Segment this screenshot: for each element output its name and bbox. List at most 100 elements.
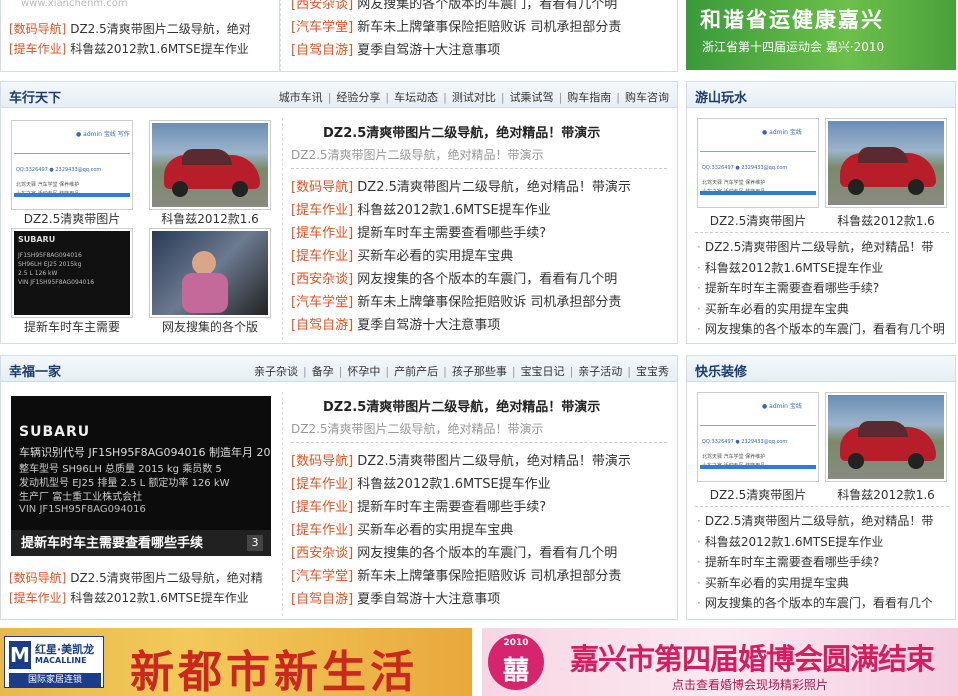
list-item[interactable]: [提车作业] 科鲁兹2012款1.6MTSE提车作业 <box>9 40 249 57</box>
category-link[interactable]: [提车作业] <box>291 249 353 264</box>
tab-link[interactable]: 亲子活动 <box>578 365 622 378</box>
category-link[interactable]: [提车作业] <box>291 203 353 218</box>
section-title[interactable]: 快乐装修 <box>695 361 747 380</box>
category-link[interactable]: [数码导航] <box>291 454 353 469</box>
list-item[interactable]: DZ2.5清爽带图片二级导航，绝对精品！带 <box>697 512 934 529</box>
list-item[interactable]: [自驾自游] 夏季自驾游十大注意事项 <box>291 314 500 333</box>
category-link[interactable]: [汽车学堂] <box>291 569 353 584</box>
thumb-red-car[interactable] <box>825 392 947 482</box>
list-item[interactable]: [西安杂谈] 网友搜集的各个版本的车震门，看看有几个明 <box>291 0 617 12</box>
item-title[interactable]: 网友搜集的各个版本的车震门，看看有几个明 <box>357 272 617 287</box>
tab-link[interactable]: 亲子杂谈 <box>254 365 298 378</box>
category-link[interactable]: [西安杂谈] <box>291 546 353 561</box>
item-title[interactable]: 提新车时车主需要查看哪些手续? <box>357 500 546 515</box>
category-link[interactable]: [自驾自游] <box>291 43 353 58</box>
tab-link[interactable]: 怀孕中 <box>347 365 380 378</box>
item-title[interactable]: DZ2.5清爽带图片二级导航，绝对精 <box>70 571 263 585</box>
slideshow[interactable]: SUBARU 车辆识别代号 JF1SH95F8AG094016 制造年月 200… <box>11 396 271 556</box>
item-title[interactable]: 新车未上牌肇事保险拒赔败诉 司机承担部分责 <box>357 295 621 310</box>
item-title[interactable]: 提新车时车主需要查看哪些手续? <box>357 226 546 241</box>
tab-link[interactable]: 备孕 <box>312 365 334 378</box>
tab-link[interactable]: 宝宝秀 <box>636 365 669 378</box>
item-title[interactable]: DZ2.5清爽带图片二级导航，绝对精品！带演示 <box>357 454 631 469</box>
category-link[interactable]: [数码导航] <box>291 180 353 195</box>
tab-link[interactable]: 经验分享 <box>336 91 380 104</box>
list-item[interactable]: [数码导航] DZ2.5清爽带图片二级导航，绝对精 <box>9 569 263 586</box>
section-title[interactable]: 车行天下 <box>9 87 61 106</box>
category-link[interactable]: [数码导航] <box>9 22 66 36</box>
category-link[interactable]: [汽车学堂] <box>291 20 353 35</box>
list-item[interactable]: 网友搜集的各个版本的车震门，看看有几个明 <box>697 320 945 337</box>
category-link[interactable]: [提车作业] <box>291 477 353 492</box>
list-item[interactable]: [提车作业] 科鲁兹2012款1.6MTSE提车作业 <box>9 589 249 606</box>
tab-link[interactable]: 宝宝日记 <box>521 365 565 378</box>
slide-caption[interactable]: 提新车时车主需要查看哪些手续 <box>21 532 203 551</box>
thumb-screenshot[interactable]: ● admin 宝线 QQ:3326497 ● 2329433@qq.com 北… <box>697 392 819 482</box>
slide-page-number[interactable]: 3 <box>247 535 263 551</box>
list-item[interactable]: [提车作业] 提新车时车主需要查看哪些手续? <box>291 222 546 241</box>
list-item[interactable]: [数码导航] DZ2.5清爽带图片二级导航，绝对 <box>9 20 251 37</box>
section-title[interactable]: 幸福一家 <box>9 361 61 380</box>
list-item[interactable]: 买新车必看的实用提车宝典 <box>697 300 849 317</box>
item-title[interactable]: 科鲁兹2012款1.6MTSE提车作业 <box>357 477 550 492</box>
subline[interactable]: DZ2.5清爽带图片二级导航，绝对精品！带演示 <box>291 146 544 163</box>
thumb-screenshot[interactable]: ● admin 宝线 写作 QQ:3326497 ● 2329433@qq.co… <box>11 120 133 210</box>
item-title[interactable]: 买新车必看的实用提车宝典 <box>357 249 513 264</box>
item-title[interactable]: 网友搜集的各个版本的车震门，看看有几个明 <box>357 546 617 561</box>
item-title[interactable]: 买新车必看的实用提车宝典 <box>357 523 513 538</box>
category-link[interactable]: [提车作业] <box>9 42 66 56</box>
item-title[interactable]: 夏季自驾游十大注意事项 <box>357 318 500 333</box>
thumb-caption[interactable]: 科鲁兹2012款1.6 <box>821 486 951 503</box>
list-item[interactable]: DZ2.5清爽带图片二级导航，绝对精品！带 <box>697 238 934 255</box>
thumb-caption[interactable]: 提新车时车主需要 <box>7 318 137 335</box>
category-link[interactable]: [数码导航] <box>9 571 66 585</box>
list-item[interactable]: 提新车时车主需要查看哪些手续? <box>697 279 879 296</box>
list-item[interactable]: [提车作业] 提新车时车主需要查看哪些手续? <box>291 496 546 515</box>
item-title[interactable]: 新车未上牌肇事保险拒赔败诉 司机承担部分责 <box>357 20 621 35</box>
tab-link[interactable]: 测试对比 <box>452 91 496 104</box>
item-title[interactable]: 新车未上牌肇事保险拒赔败诉 司机承担部分责 <box>357 569 621 584</box>
thumb-caption[interactable]: 科鲁兹2012款1.6 <box>821 212 951 229</box>
headline[interactable]: DZ2.5清爽带图片二级导航，绝对精品！带演示 <box>323 396 600 415</box>
tab-link[interactable]: 试乘试驾 <box>510 91 554 104</box>
category-link[interactable]: [西安杂谈] <box>291 0 353 12</box>
item-title[interactable]: 科鲁兹2012款1.6MTSE提车作业 <box>70 42 249 56</box>
list-item[interactable]: [提车作业] 买新车必看的实用提车宝典 <box>291 245 513 264</box>
list-item[interactable]: 买新车必看的实用提车宝典 <box>697 574 849 591</box>
thumb-screenshot[interactable]: ● admin 宝线 QQ:3326497 ● 2329433@qq.com 北… <box>697 118 819 208</box>
list-item[interactable]: 提新车时车主需要查看哪些手续? <box>697 553 879 570</box>
item-title[interactable]: 夏季自驾游十大注意事项 <box>357 592 500 607</box>
list-item[interactable]: [提车作业] 买新车必看的实用提车宝典 <box>291 519 513 538</box>
section-title[interactable]: 游山玩水 <box>695 87 747 106</box>
thumb-interior[interactable] <box>149 228 271 318</box>
list-item[interactable]: [汽车学堂] 新车未上牌肇事保险拒赔败诉 司机承担部分责 <box>291 291 621 310</box>
category-link[interactable]: [自驾自游] <box>291 318 353 333</box>
category-link[interactable]: [提车作业] <box>291 500 353 515</box>
tab-link[interactable]: 产前产后 <box>394 365 438 378</box>
thumb-plate[interactable]: SUBARU JF1SH95F8AG094016 SH96LH EJ25 2015… <box>11 228 133 318</box>
tab-link[interactable]: 购车咨询 <box>625 91 669 104</box>
tab-link[interactable]: 孩子那些事 <box>452 365 507 378</box>
category-link[interactable]: [汽车学堂] <box>291 295 353 310</box>
tab-link[interactable]: 车坛动态 <box>394 91 438 104</box>
list-item[interactable]: [数码导航] DZ2.5清爽带图片二级导航，绝对精品！带演示 <box>291 176 631 195</box>
thumb-red-car[interactable] <box>825 118 947 208</box>
item-title[interactable]: DZ2.5清爽带图片二级导航，绝对精品！带演示 <box>357 180 631 195</box>
item-title[interactable]: 科鲁兹2012款1.6MTSE提车作业 <box>357 203 550 218</box>
list-item[interactable]: [西安杂谈] 网友搜集的各个版本的车震门，看看有几个明 <box>291 268 617 287</box>
thumb-caption[interactable]: DZ2.5清爽带图片 <box>7 210 137 227</box>
tab-link[interactable]: 城市车讯 <box>279 91 323 104</box>
list-item[interactable]: [提车作业] 科鲁兹2012款1.6MTSE提车作业 <box>291 473 551 492</box>
list-item[interactable]: [自驾自游] 夏季自驾游十大注意事项 <box>291 39 500 58</box>
category-link[interactable]: [西安杂谈] <box>291 272 353 287</box>
category-link[interactable]: [提车作业] <box>291 226 353 241</box>
thumb-caption[interactable]: DZ2.5清爽带图片 <box>693 212 823 229</box>
list-item[interactable]: 科鲁兹2012款1.6MTSE提车作业 <box>697 259 884 276</box>
category-link[interactable]: [自驾自游] <box>291 592 353 607</box>
item-title[interactable]: 网友搜集的各个版本的车震门，看看有几个明 <box>357 0 617 12</box>
list-item[interactable]: [提车作业] 科鲁兹2012款1.6MTSE提车作业 <box>291 199 551 218</box>
thumb-caption[interactable]: 科鲁兹2012款1.6 <box>145 210 275 227</box>
item-title[interactable]: 夏季自驾游十大注意事项 <box>357 43 500 58</box>
category-link[interactable]: [提车作业] <box>9 591 66 605</box>
list-item[interactable]: [西安杂谈] 网友搜集的各个版本的车震门，看看有几个明 <box>291 542 617 561</box>
